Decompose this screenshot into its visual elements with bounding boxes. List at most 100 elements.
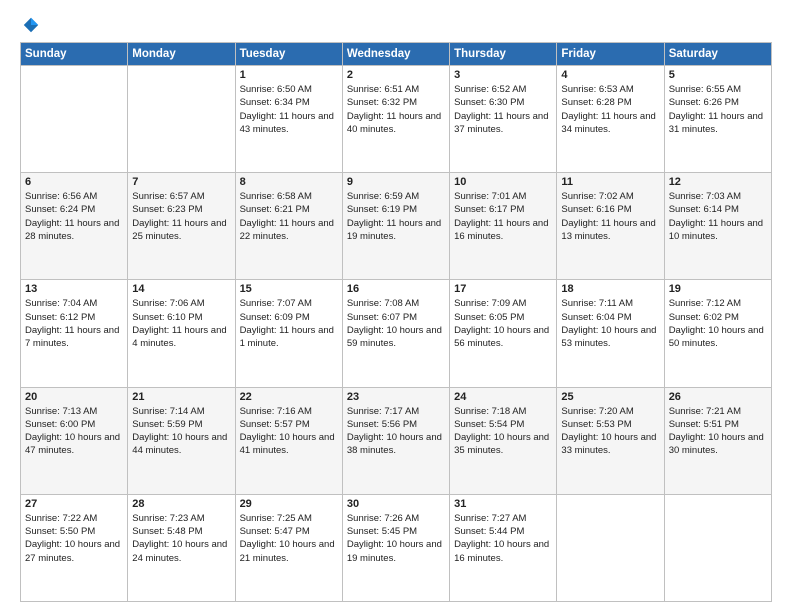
calendar-cell: 22Sunrise: 7:16 AM Sunset: 5:57 PM Dayli…	[235, 387, 342, 494]
day-info: Sunrise: 7:25 AM Sunset: 5:47 PM Dayligh…	[240, 512, 338, 565]
calendar-cell: 11 Sunrise: 7:02 AM Sunset: 6:16 PM Dayli…	[557, 173, 664, 280]
day-info: Sunrise: 6:53 AM Sunset: 6:28 PM Dayligh…	[561, 83, 659, 136]
day-number: 25	[561, 391, 659, 403]
day-info: Sunrise: 7:16 AM Sunset: 5:57 PM Dayligh…	[240, 405, 338, 458]
day-info: Sunrise: 6:56 AM Sunset: 6:24 PM Dayligh…	[25, 190, 123, 243]
calendar-cell: 7 Sunrise: 6:57 AM Sunset: 6:23 PM Daylig…	[128, 173, 235, 280]
day-number: 15	[240, 283, 338, 295]
calendar-cell: 15 Sunrise: 7:07 AM Sunset: 6:09 PM Dayli…	[235, 280, 342, 387]
day-info: Sunrise: 6:50 AM Sunset: 6:34 PM Dayligh…	[240, 83, 338, 136]
day-number: 7	[132, 176, 230, 188]
calendar-week-3: 20 Sunrise: 7:13 AM Sunset: 6:00 PM Dayli…	[21, 387, 772, 494]
calendar-header-saturday: Saturday	[664, 43, 771, 66]
day-info: Sunrise: 6:58 AM Sunset: 6:21 PM Dayligh…	[240, 190, 338, 243]
calendar-cell: 3Sunrise: 6:52 AM Sunset: 6:30 PM Daylig…	[450, 66, 557, 173]
calendar-cell: 5 Sunrise: 6:55 AM Sunset: 6:26 PM Daylig…	[664, 66, 771, 173]
calendar-cell: 2 Sunrise: 6:51 AM Sunset: 6:32 PM Daylig…	[342, 66, 449, 173]
calendar-cell: 28 Sunrise: 7:23 AM Sunset: 5:48 PM Dayli…	[128, 494, 235, 601]
day-number: 26	[669, 391, 767, 403]
day-info: Sunrise: 7:09 AM Sunset: 6:05 PM Dayligh…	[454, 297, 552, 350]
day-number: 14	[132, 283, 230, 295]
day-info: Sunrise: 7:21 AM Sunset: 5:51 PM Dayligh…	[669, 405, 767, 458]
calendar-cell: 27 Sunrise: 7:22 AM Sunset: 5:50 PM Dayli…	[21, 494, 128, 601]
calendar-cell: 4 Sunrise: 6:53 AM Sunset: 6:28 PM Daylig…	[557, 66, 664, 173]
calendar-cell	[664, 494, 771, 601]
day-number: 24	[454, 391, 552, 403]
day-info: Sunrise: 7:03 AM Sunset: 6:14 PM Dayligh…	[669, 190, 767, 243]
day-info: Sunrise: 7:23 AM Sunset: 5:48 PM Dayligh…	[132, 512, 230, 565]
day-number: 2	[347, 69, 445, 81]
day-number: 23	[347, 391, 445, 403]
day-number: 27	[25, 498, 123, 510]
day-info: Sunrise: 7:26 AM Sunset: 5:45 PM Dayligh…	[347, 512, 445, 565]
calendar-cell: 31 Sunrise: 7:27 AM Sunset: 5:44 PM Dayli…	[450, 494, 557, 601]
day-number: 17	[454, 283, 552, 295]
day-number: 4	[561, 69, 659, 81]
calendar-cell: 13 Sunrise: 7:04 AM Sunset: 6:12 PM Dayli…	[21, 280, 128, 387]
calendar-cell	[21, 66, 128, 173]
calendar-week-2: 13 Sunrise: 7:04 AM Sunset: 6:12 PM Dayli…	[21, 280, 772, 387]
day-number: 19	[669, 283, 767, 295]
calendar-cell: 17 Sunrise: 7:09 AM Sunset: 6:05 PM Dayli…	[450, 280, 557, 387]
calendar-cell: 20 Sunrise: 7:13 AM Sunset: 6:00 PM Dayli…	[21, 387, 128, 494]
logo-icon	[22, 16, 40, 34]
calendar-cell: 26 Sunrise: 7:21 AM Sunset: 5:51 PM Dayli…	[664, 387, 771, 494]
day-info: Sunrise: 7:02 AM Sunset: 6:16 PM Dayligh…	[561, 190, 659, 243]
calendar-week-4: 27 Sunrise: 7:22 AM Sunset: 5:50 PM Dayli…	[21, 494, 772, 601]
page: SundayMondayTuesdayWednesdayThursdayFrid…	[0, 0, 792, 612]
day-info: Sunrise: 7:14 AM Sunset: 5:59 PM Dayligh…	[132, 405, 230, 458]
day-number: 13	[25, 283, 123, 295]
day-info: Sunrise: 7:12 AM Sunset: 6:02 PM Dayligh…	[669, 297, 767, 350]
header	[20, 16, 772, 34]
day-number: 21	[132, 391, 230, 403]
day-info: Sunrise: 7:18 AM Sunset: 5:54 PM Dayligh…	[454, 405, 552, 458]
calendar-cell: 18 Sunrise: 7:11 AM Sunset: 6:04 PM Dayli…	[557, 280, 664, 387]
day-number: 16	[347, 283, 445, 295]
day-info: Sunrise: 7:20 AM Sunset: 5:53 PM Dayligh…	[561, 405, 659, 458]
calendar-cell	[557, 494, 664, 601]
day-info: Sunrise: 7:06 AM Sunset: 6:10 PM Dayligh…	[132, 297, 230, 350]
day-info: Sunrise: 6:51 AM Sunset: 6:32 PM Dayligh…	[347, 83, 445, 136]
day-info: Sunrise: 7:17 AM Sunset: 5:56 PM Dayligh…	[347, 405, 445, 458]
calendar-cell: 14 Sunrise: 7:06 AM Sunset: 6:10 PM Dayli…	[128, 280, 235, 387]
calendar-cell: 8 Sunrise: 6:58 AM Sunset: 6:21 PM Daylig…	[235, 173, 342, 280]
day-number: 20	[25, 391, 123, 403]
day-number: 31	[454, 498, 552, 510]
day-info: Sunrise: 7:13 AM Sunset: 6:00 PM Dayligh…	[25, 405, 123, 458]
day-number: 11	[561, 176, 659, 188]
calendar-cell: 19 Sunrise: 7:12 AM Sunset: 6:02 PM Dayli…	[664, 280, 771, 387]
calendar-cell: 30 Sunrise: 7:26 AM Sunset: 5:45 PM Dayli…	[342, 494, 449, 601]
day-number: 6	[25, 176, 123, 188]
day-number: 28	[132, 498, 230, 510]
calendar-cell	[128, 66, 235, 173]
calendar-header-tuesday: Tuesday	[235, 43, 342, 66]
day-info: Sunrise: 7:11 AM Sunset: 6:04 PM Dayligh…	[561, 297, 659, 350]
calendar-cell: 16 Sunrise: 7:08 AM Sunset: 6:07 PM Dayli…	[342, 280, 449, 387]
day-info: Sunrise: 7:22 AM Sunset: 5:50 PM Dayligh…	[25, 512, 123, 565]
day-info: Sunrise: 7:04 AM Sunset: 6:12 PM Dayligh…	[25, 297, 123, 350]
calendar-cell: 24 Sunrise: 7:18 AM Sunset: 5:54 PM Dayli…	[450, 387, 557, 494]
day-number: 10	[454, 176, 552, 188]
calendar-cell: 21 Sunrise: 7:14 AM Sunset: 5:59 PM Dayli…	[128, 387, 235, 494]
calendar-header-sunday: Sunday	[21, 43, 128, 66]
day-number: 5	[669, 69, 767, 81]
day-info: Sunrise: 7:08 AM Sunset: 6:07 PM Dayligh…	[347, 297, 445, 350]
day-number: 30	[347, 498, 445, 510]
calendar-cell: 12 Sunrise: 7:03 AM Sunset: 6:14 PM Dayli…	[664, 173, 771, 280]
day-info: Sunrise: 6:52 AM Sunset: 6:30 PM Dayligh…	[454, 83, 552, 136]
calendar-header-monday: Monday	[128, 43, 235, 66]
day-number: 12	[669, 176, 767, 188]
day-info: Sunrise: 6:59 AM Sunset: 6:19 PM Dayligh…	[347, 190, 445, 243]
calendar-cell: 29Sunrise: 7:25 AM Sunset: 5:47 PM Dayli…	[235, 494, 342, 601]
calendar-cell: 6 Sunrise: 6:56 AM Sunset: 6:24 PM Daylig…	[21, 173, 128, 280]
day-number: 18	[561, 283, 659, 295]
day-info: Sunrise: 7:27 AM Sunset: 5:44 PM Dayligh…	[454, 512, 552, 565]
day-info: Sunrise: 6:55 AM Sunset: 6:26 PM Dayligh…	[669, 83, 767, 136]
calendar-cell: 23 Sunrise: 7:17 AM Sunset: 5:56 PM Dayli…	[342, 387, 449, 494]
day-info: Sunrise: 7:07 AM Sunset: 6:09 PM Dayligh…	[240, 297, 338, 350]
logo	[20, 16, 40, 34]
calendar-header-thursday: Thursday	[450, 43, 557, 66]
day-info: Sunrise: 6:57 AM Sunset: 6:23 PM Dayligh…	[132, 190, 230, 243]
calendar-week-1: 6 Sunrise: 6:56 AM Sunset: 6:24 PM Daylig…	[21, 173, 772, 280]
day-number: 8	[240, 176, 338, 188]
